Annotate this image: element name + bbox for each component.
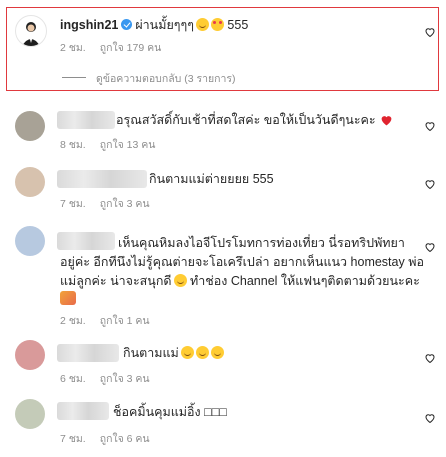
like-heart-icon[interactable]: [424, 352, 436, 364]
smiling-emoji-icon: [195, 18, 209, 31]
like-heart-icon[interactable]: [424, 26, 436, 38]
comment-likes[interactable]: ถูกใจ 3 คน: [100, 198, 150, 210]
blurred-username: [57, 402, 109, 420]
comment-text-line-1: เห็นคุณหิมลงไอจีโปรโมทการท่องเที่ยว นี่ร…: [118, 236, 405, 250]
comment-time[interactable]: 6 ชม.: [60, 373, 86, 385]
avatar[interactable]: [15, 340, 45, 370]
comment-text: ช็อคมิ้นคุมแม่อิ้ง: [113, 405, 201, 419]
heart-eyes-emoji-icon: [210, 18, 224, 31]
blurred-username: [57, 170, 147, 188]
smiling-emoji-icon: [173, 274, 187, 287]
reply-divider: [62, 77, 86, 78]
avatar[interactable]: [15, 399, 45, 429]
red-heart-emoji-icon: [381, 116, 392, 126]
comment-text: อรุณสวัสดิ์กับเช้าที่สดใสค่ะ ขอให้เป็นวั…: [116, 113, 376, 127]
comment-time[interactable]: 7 ชม.: [60, 198, 86, 210]
comment-likes[interactable]: ถูกใจ 6 คน: [100, 433, 150, 445]
comment-text: ผ่านมั้ยๆๆๆ: [135, 18, 194, 32]
comment-time[interactable]: 2 ชม.: [60, 42, 86, 54]
comment-text: กินตามแม่: [123, 346, 179, 360]
username[interactable]: ingshin21: [60, 18, 118, 32]
comment-time[interactable]: 8 ชม.: [60, 139, 86, 151]
comment-text-line-3b: ทำช่อง Channel ให้แฟนๆติดตามด้วยนะคะ: [190, 274, 420, 288]
comment-likes[interactable]: ถูกใจ 13 คน: [100, 139, 156, 151]
view-replies-button[interactable]: ดูข้อความตอบกลับ (3 รายการ): [96, 70, 236, 87]
avatar[interactable]: [15, 111, 45, 141]
comment-time[interactable]: 7 ชม.: [60, 433, 86, 445]
avatar[interactable]: [15, 226, 45, 256]
yum-emoji-icon: [195, 346, 209, 359]
yum-emoji-icon: [210, 346, 224, 359]
like-heart-icon[interactable]: [424, 241, 436, 253]
like-heart-icon[interactable]: [424, 178, 436, 190]
blurred-username: [57, 232, 115, 250]
like-heart-icon[interactable]: [424, 412, 436, 424]
like-heart-icon[interactable]: [424, 120, 436, 132]
blurred-username: [57, 344, 119, 362]
comment-likes[interactable]: ถูกใจ 3 คน: [100, 373, 150, 385]
blurred-username: [57, 111, 115, 129]
avatar[interactable]: [15, 167, 45, 197]
comment-text-suffix: 555: [227, 18, 249, 32]
comment-time[interactable]: 2 ชม.: [60, 315, 86, 327]
verified-badge-icon: [121, 19, 133, 30]
comment-text: กินตามแม่ต่ายยยย 555: [149, 172, 274, 186]
avatar[interactable]: [15, 15, 47, 47]
family-emoji-icon: [60, 291, 76, 305]
comment-text-line-3: แม่ลูกค่ะ น่าจะสนุกดี: [60, 274, 172, 288]
comment-likes[interactable]: ถูกใจ 179 คน: [100, 42, 162, 54]
yum-emoji-icon: [180, 346, 194, 359]
comment-likes[interactable]: ถูกใจ 1 คน: [100, 315, 150, 327]
comment-text-suffix: □□□: [204, 405, 227, 419]
comment-text-line-2: อยู่ค่ะ อีกทีนึงไม่รู้คุณต่ายจะโอเครึเปล…: [60, 255, 424, 269]
